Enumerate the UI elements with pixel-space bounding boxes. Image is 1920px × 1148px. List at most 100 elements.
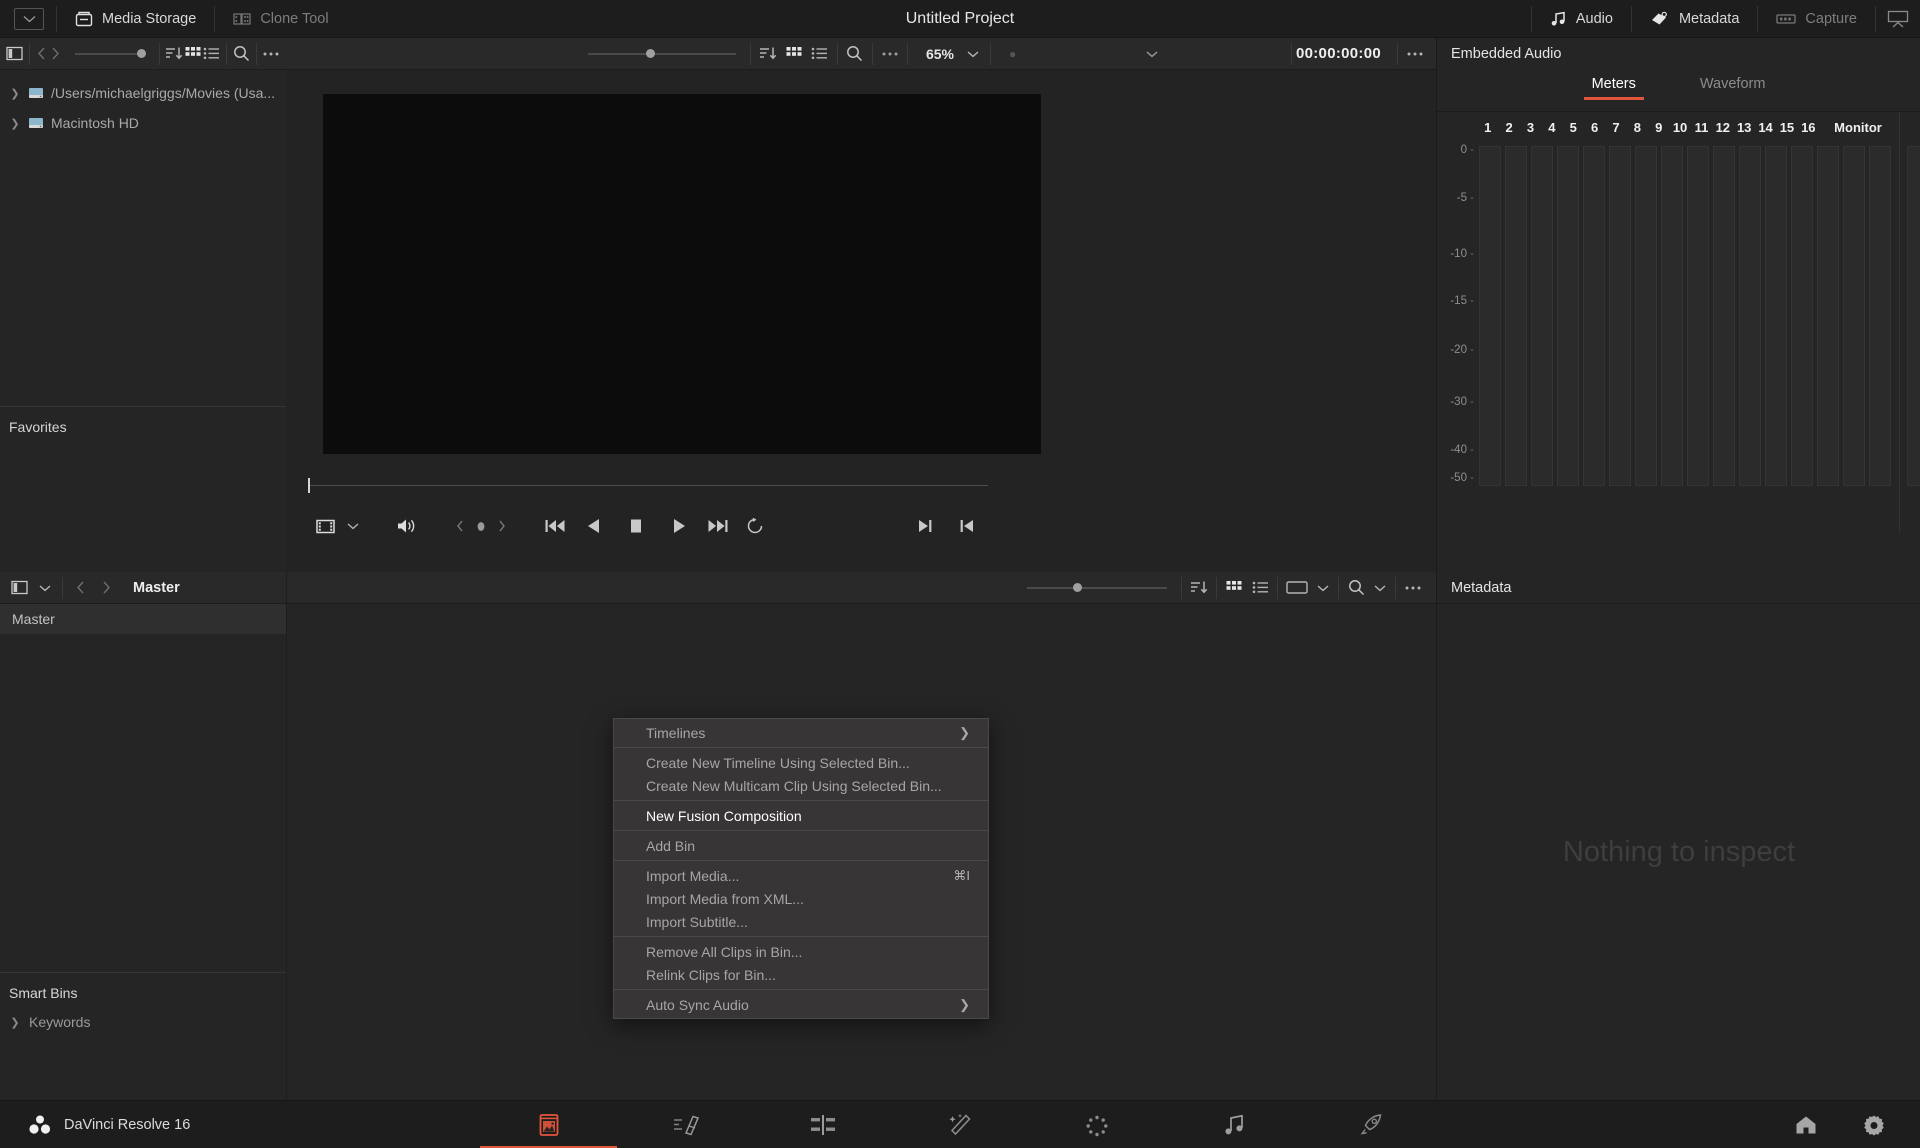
context-menu-item-timelines[interactable]: Timelines ❯ [614,721,988,744]
viewer-mode-chevron-button[interactable] [342,509,364,543]
embedded-audio-title: Embedded Audio [1437,38,1920,70]
storage-zoom-slider[interactable] [75,53,142,55]
clip-selector[interactable]: ● [995,38,1287,70]
viewer-mode-button[interactable] [308,509,342,543]
mark-out-button[interactable] [908,509,942,543]
stop-button[interactable] [614,509,658,543]
grid-view-button[interactable] [781,41,807,67]
pool-thumbnail-size-button[interactable] [1282,575,1312,601]
zoom-dropdown-button[interactable] [960,41,986,67]
panel-toggle-button[interactable] [6,41,23,67]
clone-tool-button[interactable]: Clone Tool [215,0,346,38]
viewer-search-button[interactable] [842,41,868,67]
context-menu-item-relink-clips-for-bin[interactable]: Relink Clips for Bin... [614,963,988,986]
meter-bar [1713,146,1735,486]
pool-search-chevron-button[interactable] [1369,575,1391,601]
context-menu-item-import-media[interactable]: Import Media... ⌘I [614,864,988,887]
viewer-canvas[interactable] [323,94,1041,454]
media-pool-context-menu[interactable]: Timelines ❯ Create New Timeline Using Se… [613,718,989,1019]
pool-search-button[interactable] [1343,575,1369,601]
chevron-right-icon[interactable]: ❯ [9,1016,21,1029]
chevron-down-icon[interactable] [1146,50,1158,58]
bin-row-master[interactable]: Master [0,604,286,634]
search-button[interactable] [233,41,250,67]
viewer-panel: 65% ● 00:00:00:00 [286,38,1436,572]
metadata-panel-button[interactable]: Metadata [1632,0,1757,38]
prev-keyframe-button[interactable] [450,509,470,543]
chevron-right-icon[interactable]: ❯ [9,117,21,130]
page-button-edit[interactable] [754,1101,891,1148]
bins-nav-forward-button[interactable] [93,575,119,601]
volume-row[interactable]: ❯ Macintosh HD [0,108,286,138]
favorites-label: Favorites [9,419,67,435]
monitor-collapse-button[interactable] [1876,6,1920,32]
bins-panel-toggle-button[interactable] [6,575,32,601]
jump-to-start-button[interactable] [538,509,572,543]
page-button-cut[interactable] [617,1101,754,1148]
page-button-deliver[interactable] [1302,1101,1439,1148]
nav-forward-button[interactable] [49,41,61,67]
viewer-zoom-slider[interactable] [588,53,736,55]
viewer-scrubber[interactable] [308,478,988,492]
context-menu-item-import-subtitle[interactable]: Import Subtitle... [614,910,988,933]
smart-bins-header: Smart Bins [0,985,286,1001]
page-button-color[interactable] [1028,1101,1165,1148]
storage-more-button[interactable] [262,41,280,67]
playhead[interactable] [308,478,310,493]
bins-nav-back-button[interactable] [67,575,93,601]
context-menu-item-auto-sync-audio[interactable]: Auto Sync Audio ❯ [614,993,988,1016]
zoom-level-value[interactable]: 65% [912,46,960,62]
loop-button[interactable] [736,509,774,543]
pool-thumbnail-slider[interactable] [1027,587,1167,589]
viewer-options-button[interactable] [1402,41,1428,67]
context-menu-item-remove-all-clips-in-bin[interactable]: Remove All Clips in Bin... [614,940,988,963]
context-menu-item-add-bin[interactable]: Add Bin [614,834,988,857]
bins-dropdown-button[interactable] [32,575,58,601]
tab-meters[interactable]: Meters [1582,70,1646,104]
grid-view-button[interactable] [185,41,201,67]
volume-row[interactable]: ❯ /Users/michaelgriggs/Movies (Usa... [0,78,286,108]
pool-sort-button[interactable] [1186,575,1212,601]
sort-button[interactable] [755,41,781,67]
context-menu-item-create-new-timeline[interactable]: Create New Timeline Using Selected Bin..… [614,751,988,774]
settings-button[interactable] [1858,1109,1890,1141]
tab-waveform[interactable]: Waveform [1690,70,1776,104]
bin-label: Master [12,611,55,627]
page-button-fusion[interactable] [891,1101,1028,1148]
play-button[interactable] [658,509,700,543]
viewer-more-button[interactable] [877,41,903,67]
page-button-media[interactable] [480,1101,617,1148]
pool-more-button[interactable] [1400,575,1426,601]
slider-knob[interactable] [137,49,146,58]
context-menu-item-import-media-from-xml[interactable]: Import Media from XML... [614,887,988,910]
play-reverse-button[interactable] [572,509,614,543]
mark-in-button[interactable] [950,509,984,543]
audio-mute-button[interactable] [390,509,424,543]
pool-thumbnail-chevron-button[interactable] [1312,575,1334,601]
home-button[interactable] [1790,1109,1822,1141]
media-storage-button[interactable]: Media Storage [57,0,214,38]
context-menu-item-label: Import Media from XML... [646,891,804,907]
page-button-fairlight[interactable] [1165,1101,1302,1148]
window-collapse-button[interactable] [14,8,44,30]
audio-panel-button[interactable]: Audio [1532,0,1631,38]
context-menu-item-create-new-multicam-clip[interactable]: Create New Multicam Clip Using Selected … [614,774,988,797]
sort-button[interactable] [165,41,183,67]
chevron-right-icon[interactable]: ❯ [9,87,21,100]
smart-bin-row-keywords[interactable]: ❯ Keywords [0,1007,286,1037]
context-menu-item-new-fusion-composition[interactable]: New Fusion Composition [614,804,988,827]
pool-grid-view-button[interactable] [1221,575,1247,601]
next-keyframe-button[interactable] [492,509,512,543]
slider-knob[interactable] [646,49,655,58]
capture-panel-button[interactable]: Capture [1758,0,1875,38]
slider-knob[interactable] [1073,583,1082,592]
nav-back-button[interactable] [35,41,47,67]
pool-list-view-button[interactable] [1247,575,1273,601]
db-tick: -15 [1450,295,1474,307]
list-view-button[interactable] [807,41,833,67]
meter-bar [1531,146,1553,486]
jump-to-end-button[interactable] [700,509,736,543]
keyframe-button[interactable] [470,509,492,543]
list-view-button[interactable] [203,41,220,67]
chevron-right-icon [102,581,111,594]
